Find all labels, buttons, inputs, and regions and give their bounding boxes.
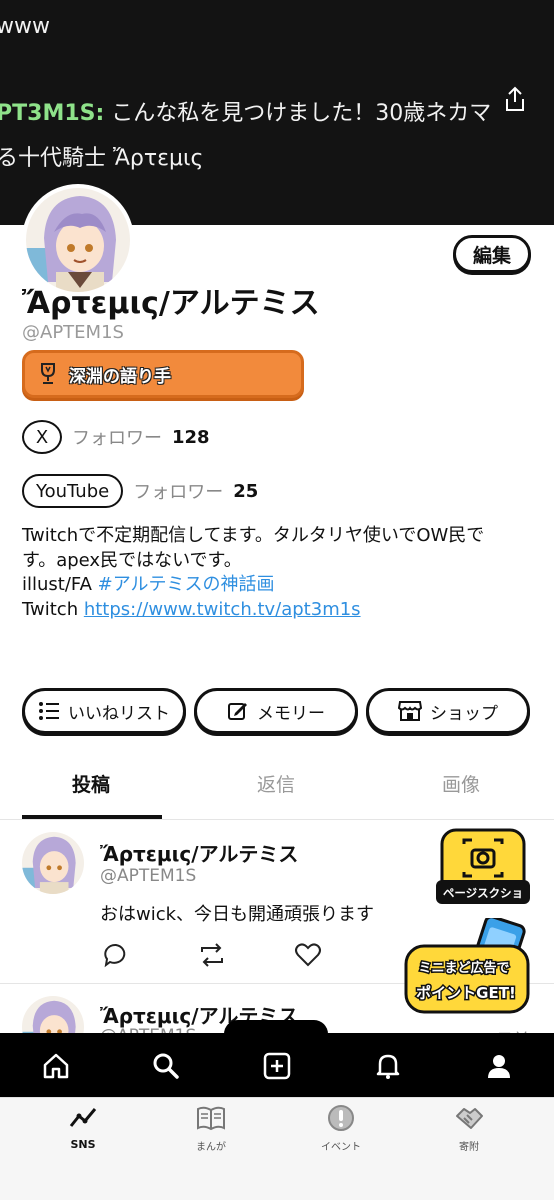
post-text: おはwick、今日も開通頑張ります xyxy=(100,904,375,925)
tab-posts[interactable]: 投稿 xyxy=(72,770,110,797)
exclamation-icon xyxy=(328,1105,354,1131)
screenshot-button-label: ページスクショ xyxy=(443,886,523,900)
bio-line: illust/FA #アルテミスの神話画 xyxy=(22,573,542,598)
shop-button[interactable]: ショップ xyxy=(366,688,530,734)
handshake-icon xyxy=(456,1108,483,1129)
app-tab-label: イベント xyxy=(321,1142,361,1153)
bio-line: Twitchで不定期配信してます。タルタリヤ使いでOW民で xyxy=(22,525,485,546)
x-follower-label: フォロワー xyxy=(72,428,162,449)
profile-handle: @APTEM1S xyxy=(22,322,124,343)
app-tab-label: SNS xyxy=(70,1138,96,1151)
bottom-navigation xyxy=(0,1033,554,1097)
banner-comment-2: PT3M1S: こんな私を見つけました！30歳ネカマ xyxy=(0,95,491,127)
reply-icon[interactable] xyxy=(103,942,129,968)
edit-profile-button[interactable]: 編集 xyxy=(453,235,531,273)
badge-label: 深淵の語り手 xyxy=(69,366,171,387)
profile-icon[interactable] xyxy=(484,1051,514,1081)
share-icon[interactable] xyxy=(504,86,526,112)
profile-bio: Twitchで不定期配信してます。タルタリヤ使いでOW民で す。apex民ではな… xyxy=(22,524,542,622)
profile-name: Ἄρτεμις/アルテミス xyxy=(22,286,320,321)
post-author-handle: @APTEM1S xyxy=(100,866,197,886)
tab-images[interactable]: 画像 xyxy=(442,770,480,797)
avatar-illustration xyxy=(22,832,84,894)
mini-ad-button[interactable]: ミニまど広告で ポイントGET! xyxy=(404,918,532,1018)
add-post-icon[interactable] xyxy=(262,1051,292,1081)
app-tab-label: 寄附 xyxy=(459,1142,479,1153)
app-tab-event[interactable]: イベント xyxy=(296,1104,386,1153)
bio-line: す。apex民ではないです。 xyxy=(22,549,242,571)
profile-tabs: 投稿 返信 画像 xyxy=(0,760,554,820)
bell-icon[interactable] xyxy=(373,1051,403,1081)
title-badge[interactable]: 深淵の語り手 xyxy=(22,350,304,398)
edit-note-icon xyxy=(228,703,247,720)
bio-line: Twitch https://www.twitch.tv/apt3m1s xyxy=(22,598,542,623)
x-account-row[interactable]: X フォロワー 128 xyxy=(22,420,210,454)
memory-label: メモリー xyxy=(257,703,325,724)
youtube-account-button[interactable]: YouTube xyxy=(22,474,124,508)
ad-label-line1: ミニまど広告で xyxy=(418,960,509,976)
bio-hashtag-link[interactable]: #アルテミスの神話画 xyxy=(98,574,275,595)
bio-text: illust/FA xyxy=(22,574,98,595)
shop-label: ショップ xyxy=(430,703,498,724)
banner-comment-1: www xyxy=(0,14,50,39)
bio-twitch-link[interactable]: https://www.twitch.tv/apt3m1s xyxy=(84,599,361,620)
x-follower-count: 128 xyxy=(172,426,210,448)
app-tab-label: まんが xyxy=(196,1142,226,1153)
memory-button[interactable]: メモリー xyxy=(194,688,358,734)
banner-comment-user: PT3M1S: xyxy=(0,101,105,126)
trophy-icon xyxy=(41,363,55,384)
youtube-follower-label: フォロワー xyxy=(133,482,224,503)
x-account-button[interactable]: X xyxy=(22,420,62,454)
search-icon[interactable] xyxy=(151,1051,181,1081)
tab-replies[interactable]: 返信 xyxy=(257,770,295,797)
bio-text: Twitch xyxy=(22,598,84,620)
page-screenshot-button[interactable]: ページスクショ xyxy=(436,828,530,908)
home-icon[interactable] xyxy=(41,1051,71,1081)
banner-comment-3: る十代騎士 Ἄρτεμις xyxy=(0,146,204,171)
likes-list-label: いいねリスト xyxy=(68,703,170,724)
banner-comment-text: こんな私を見つけました！30歳ネカマ xyxy=(104,101,492,126)
trend-icon xyxy=(69,1108,97,1127)
app-tab-donation[interactable]: 寄附 xyxy=(424,1104,514,1153)
heart-icon[interactable] xyxy=(294,942,322,968)
post-avatar[interactable] xyxy=(22,832,84,894)
app-tab-sns[interactable]: SNS xyxy=(38,1104,128,1151)
list-icon xyxy=(39,702,59,720)
app-tab-bar: SNS まんが イベント 寄附 xyxy=(0,1097,554,1200)
shop-icon xyxy=(398,701,422,721)
app-tab-manga[interactable]: まんが xyxy=(166,1104,256,1153)
post-author-name: Ἄρτεμις/アルテミス xyxy=(100,842,299,866)
repost-icon[interactable] xyxy=(198,942,226,968)
avatar-illustration xyxy=(26,188,130,292)
ad-label-line2: ポイントGET! xyxy=(416,984,516,1002)
book-icon xyxy=(197,1106,225,1131)
youtube-account-row[interactable]: YouTube フォロワー 25 xyxy=(22,474,258,508)
active-tab-indicator xyxy=(22,815,162,819)
youtube-follower-count: 25 xyxy=(233,480,259,502)
likes-list-button[interactable]: いいねリスト xyxy=(22,688,186,734)
